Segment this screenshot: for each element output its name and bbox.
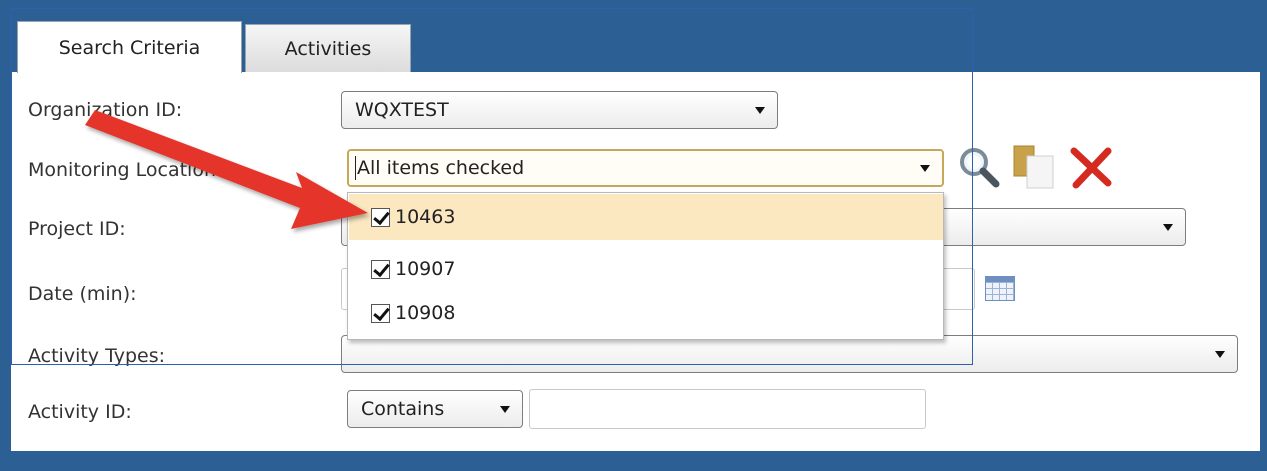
frame-bottom-bar bbox=[0, 451, 1267, 471]
dropdown-item[interactable]: 10463 bbox=[349, 194, 943, 240]
monitoring-location-select[interactable]: All items checked bbox=[347, 149, 944, 187]
checkbox-checked-icon[interactable] bbox=[371, 207, 390, 227]
activity-id-operator-select[interactable]: Contains bbox=[347, 390, 523, 428]
tab-activities[interactable]: Activities bbox=[245, 24, 411, 72]
chevron-down-icon bbox=[1215, 351, 1225, 358]
activity-types-select[interactable] bbox=[341, 335, 1238, 373]
activity-id-label: Activity ID: bbox=[28, 401, 132, 423]
frame-right-border bbox=[1260, 0, 1267, 471]
copy-icon[interactable] bbox=[1011, 143, 1059, 196]
chevron-down-icon bbox=[920, 165, 930, 172]
dropdown-item-label: 10907 bbox=[395, 258, 456, 280]
checkbox-checked-icon[interactable] bbox=[371, 303, 390, 323]
dropdown-item[interactable]: 10908 bbox=[349, 290, 943, 336]
search-icon[interactable] bbox=[956, 144, 1002, 195]
chevron-down-icon bbox=[500, 406, 510, 413]
monitoring-location-label: Monitoring Location: bbox=[28, 159, 223, 181]
chevron-down-icon bbox=[755, 107, 765, 114]
tab-activities-label: Activities bbox=[284, 37, 372, 60]
activity-id-operator-value: Contains bbox=[361, 398, 445, 420]
clear-icon[interactable] bbox=[1068, 145, 1114, 194]
app-window: Search Criteria Activities Organization … bbox=[0, 0, 1267, 471]
organization-id-select[interactable]: WQXTEST bbox=[341, 91, 778, 129]
tab-search-criteria-label: Search Criteria bbox=[58, 36, 201, 59]
calendar-icon[interactable] bbox=[985, 276, 1015, 301]
dropdown-item-label: 10908 bbox=[395, 302, 456, 324]
date-min-label: Date (min): bbox=[28, 283, 137, 305]
text-cursor bbox=[355, 156, 356, 180]
frame-left-border bbox=[0, 0, 11, 471]
project-id-label: Project ID: bbox=[28, 218, 126, 240]
activity-id-input[interactable] bbox=[529, 389, 926, 429]
monitoring-location-dropdown: 10463 10907 10908 bbox=[347, 192, 944, 340]
dropdown-item[interactable]: 10907 bbox=[349, 246, 943, 292]
dropdown-item-label: 10463 bbox=[395, 206, 456, 228]
tab-search-criteria[interactable]: Search Criteria bbox=[17, 21, 242, 73]
organization-id-label: Organization ID: bbox=[28, 99, 183, 121]
chevron-down-icon bbox=[1163, 224, 1173, 231]
organization-id-value: WQXTEST bbox=[355, 99, 449, 121]
checkbox-checked-icon[interactable] bbox=[371, 259, 390, 279]
activity-types-label: Activity Types: bbox=[28, 345, 166, 367]
monitoring-location-value: All items checked bbox=[357, 157, 525, 179]
